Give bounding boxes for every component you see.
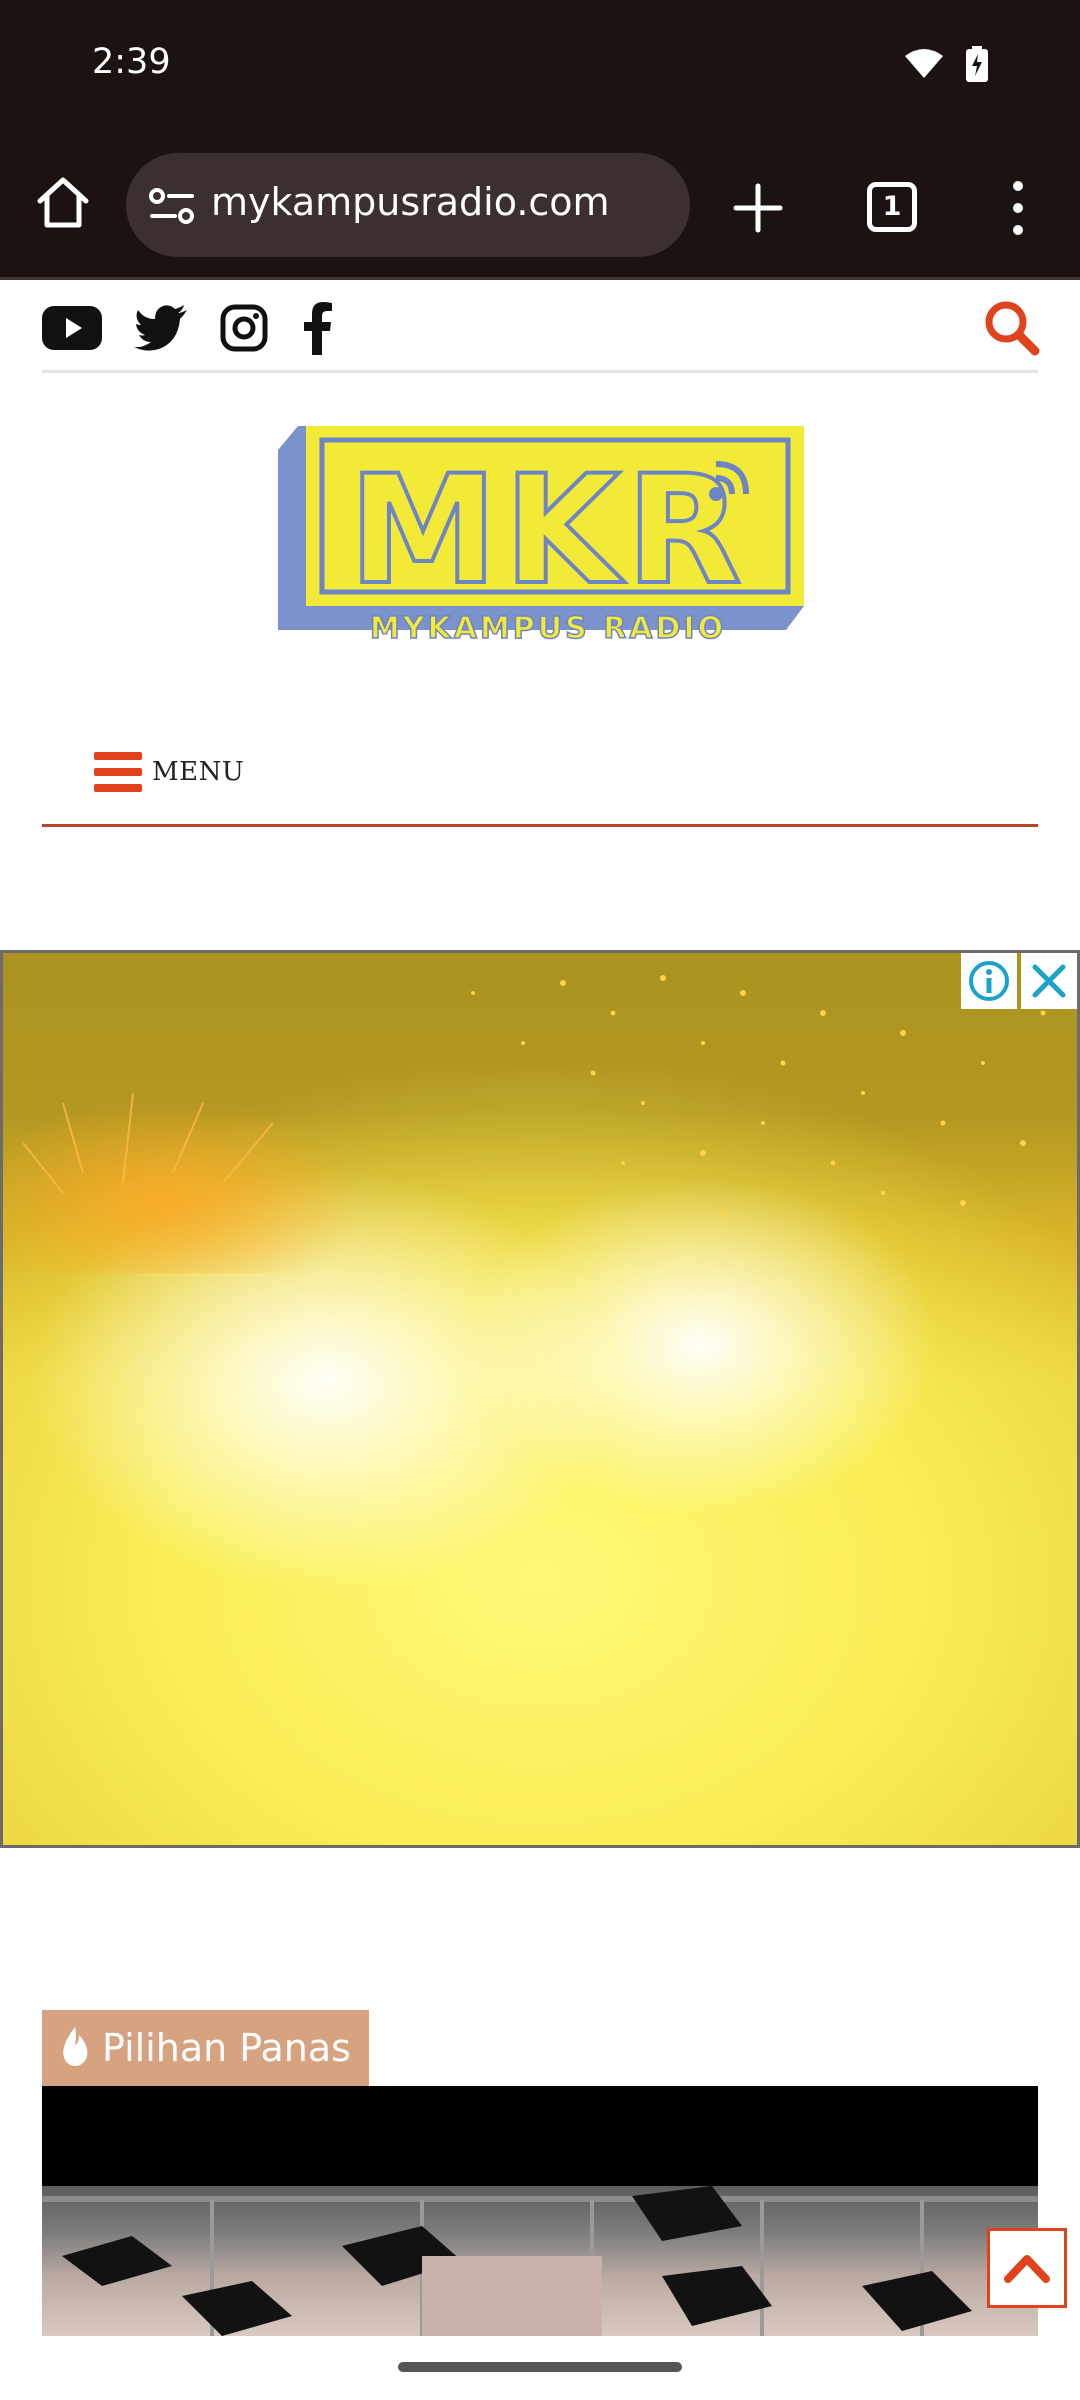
new-tab-icon[interactable] bbox=[730, 180, 786, 236]
wifi-icon bbox=[904, 48, 944, 84]
ad-blurred-headline: ​ bbox=[43, 1163, 1043, 1305]
hamburger-icon bbox=[94, 750, 142, 794]
youtube-icon[interactable] bbox=[42, 306, 102, 354]
instagram-icon[interactable] bbox=[220, 304, 268, 356]
social-links bbox=[42, 300, 366, 360]
twitter-icon[interactable] bbox=[134, 305, 188, 355]
fire-icon bbox=[58, 2025, 92, 2071]
menu-button[interactable]: MENU bbox=[94, 748, 244, 796]
url-text[interactable]: mykampusradio.com bbox=[211, 180, 610, 224]
tab-switcher-button[interactable]: 1 bbox=[867, 182, 917, 232]
video-advertisement[interactable]: ​ ​ bbox=[0, 950, 1080, 1848]
menu-label: MENU bbox=[152, 757, 245, 787]
ad-sparks bbox=[22, 975, 1046, 1216]
info-icon[interactable] bbox=[961, 953, 1017, 1009]
facebook-icon[interactable] bbox=[300, 301, 334, 359]
section-tag-label: Pilihan Panas bbox=[102, 2026, 351, 2070]
featured-article-image[interactable] bbox=[42, 2086, 1038, 2336]
logo-letters: MKR bbox=[348, 444, 747, 618]
status-bar: 2:39 bbox=[0, 0, 1080, 138]
graduation-photo bbox=[42, 2186, 1038, 2336]
site-logo[interactable]: MKR MYKAMPUS RADIO bbox=[276, 420, 806, 656]
home-icon[interactable] bbox=[34, 174, 92, 232]
status-time: 2:39 bbox=[92, 42, 171, 82]
scroll-to-top-button[interactable] bbox=[987, 2228, 1067, 2308]
site-settings-icon[interactable] bbox=[148, 186, 196, 226]
battery-charging-icon bbox=[966, 46, 988, 86]
ad-controls bbox=[961, 953, 1077, 1009]
search-icon[interactable] bbox=[982, 298, 1040, 356]
graduation-caps bbox=[42, 2186, 1038, 2336]
gesture-navigation-bar[interactable] bbox=[398, 2362, 682, 2372]
chevron-up-icon bbox=[1004, 2255, 1050, 2283]
more-icon[interactable] bbox=[1004, 176, 1032, 240]
status-icons bbox=[904, 46, 988, 86]
close-icon[interactable] bbox=[1021, 953, 1077, 1009]
ad-blurred-subtext: ​ bbox=[93, 1493, 993, 1579]
address-bar[interactable]: mykampusradio.com bbox=[126, 153, 690, 257]
browser-toolbar: mykampusradio.com 1 bbox=[0, 138, 1080, 280]
menu-divider bbox=[42, 824, 1038, 827]
section-tag: Pilihan Panas bbox=[42, 2010, 369, 2086]
header-divider bbox=[42, 370, 1038, 373]
logo-tagline: MYKAMPUS RADIO bbox=[370, 611, 726, 646]
